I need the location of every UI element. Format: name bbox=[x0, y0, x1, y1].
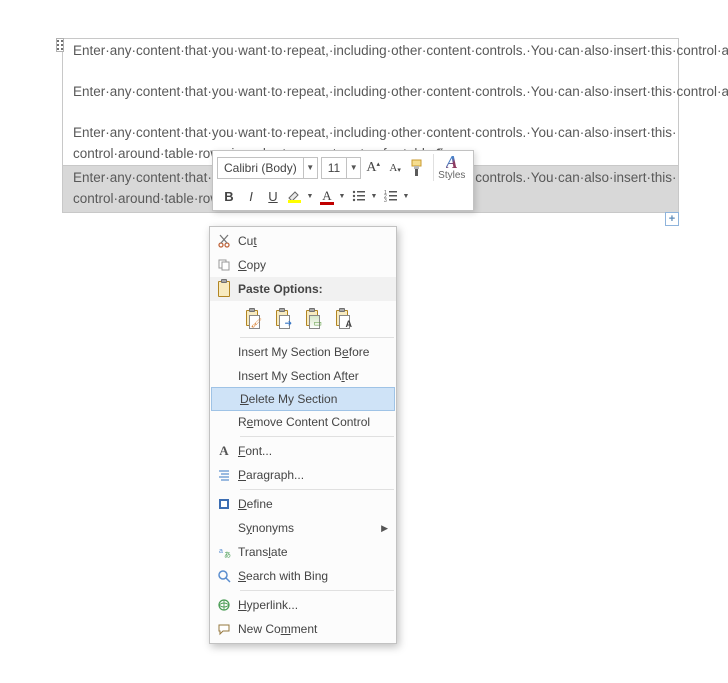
control-handle[interactable] bbox=[56, 38, 64, 52]
mini-toolbar: Calibri (Body) ▼ 11 ▼ A▴ A▾ A Styles B I… bbox=[212, 150, 474, 211]
menu-define[interactable]: Define bbox=[210, 492, 396, 516]
paste-merge-button[interactable]: ➜ bbox=[270, 305, 294, 331]
menu-synonyms[interactable]: Synonyms ▶ bbox=[210, 516, 396, 540]
context-menu: Cut Copy Paste Options: 🖌 ➜ ▭ A Insert M… bbox=[209, 226, 397, 644]
paste-text-only-button[interactable]: A bbox=[330, 305, 354, 331]
bullets-button[interactable] bbox=[349, 185, 369, 207]
menu-cut[interactable]: Cut bbox=[210, 229, 396, 253]
grow-font-button[interactable]: A▴ bbox=[363, 157, 383, 179]
menu-copy[interactable]: Copy bbox=[210, 253, 396, 277]
svg-text:あ: あ bbox=[224, 551, 231, 559]
menu-font[interactable]: A Font... bbox=[210, 439, 396, 463]
paste-options-row: 🖌 ➜ ▭ A bbox=[210, 301, 396, 335]
translate-icon: aあ bbox=[210, 545, 238, 559]
menu-delete-section[interactable]: Delete My Section bbox=[211, 387, 395, 411]
add-section-button[interactable]: + bbox=[665, 212, 679, 226]
styles-icon: A bbox=[446, 154, 458, 170]
paragraph-text: Enter·any·content·that·you·want·to·repea… bbox=[63, 80, 678, 105]
chevron-down-icon[interactable]: ▼ bbox=[346, 158, 360, 178]
chevron-down-icon[interactable]: ▼ bbox=[337, 185, 347, 207]
menu-insert-before[interactable]: Insert My Section Before bbox=[210, 340, 396, 364]
chevron-down-icon[interactable]: ▼ bbox=[369, 185, 379, 207]
italic-button[interactable]: I bbox=[241, 185, 261, 207]
define-icon bbox=[210, 497, 238, 511]
menu-insert-after[interactable]: Insert My Section After bbox=[210, 364, 396, 388]
shrink-font-button[interactable]: A▾ bbox=[385, 157, 405, 179]
svg-text:a: a bbox=[219, 548, 223, 555]
numbering-button[interactable]: 123 bbox=[381, 185, 401, 207]
separator bbox=[240, 489, 394, 490]
menu-search-bing[interactable]: Search with Bing bbox=[210, 564, 396, 588]
paragraph-icon bbox=[210, 468, 238, 482]
format-painter-button[interactable] bbox=[407, 157, 427, 179]
copy-icon bbox=[210, 258, 238, 272]
font-icon: A bbox=[210, 443, 238, 459]
hyperlink-icon bbox=[210, 598, 238, 612]
separator bbox=[240, 436, 394, 437]
svg-text:3: 3 bbox=[384, 198, 387, 204]
menu-remove-content-control[interactable]: Remove Content Control bbox=[210, 410, 396, 434]
styles-button[interactable]: A Styles bbox=[433, 154, 469, 181]
bold-button[interactable]: B bbox=[219, 185, 239, 207]
chevron-down-icon[interactable]: ▼ bbox=[401, 185, 411, 207]
submenu-arrow-icon: ▶ bbox=[374, 523, 388, 534]
menu-new-comment[interactable]: New Comment bbox=[210, 617, 396, 641]
menu-translate[interactable]: aあ Translate bbox=[210, 540, 396, 564]
chevron-down-icon[interactable]: ▼ bbox=[303, 158, 317, 178]
search-icon bbox=[210, 569, 238, 583]
menu-paragraph[interactable]: Paragraph... bbox=[210, 463, 396, 487]
paste-icon bbox=[210, 279, 238, 299]
separator bbox=[240, 337, 394, 338]
text-highlight-button[interactable] bbox=[285, 185, 305, 207]
menu-hyperlink[interactable]: Hyperlink... bbox=[210, 593, 396, 617]
chevron-down-icon[interactable]: ▼ bbox=[305, 185, 315, 207]
paste-keep-source-button[interactable]: 🖌 bbox=[240, 305, 264, 331]
underline-button[interactable]: U bbox=[263, 185, 283, 207]
separator bbox=[240, 590, 394, 591]
paragraph-text: Enter·any·content·that·you·want·to·repea… bbox=[63, 39, 678, 64]
comment-icon bbox=[210, 622, 238, 636]
font-color-button[interactable]: A bbox=[317, 185, 337, 207]
font-size-combo[interactable]: 11 ▼ bbox=[321, 157, 361, 179]
menu-paste-options-header: Paste Options: bbox=[210, 277, 396, 301]
font-name-combo[interactable]: Calibri (Body) ▼ bbox=[217, 157, 318, 179]
paste-picture-button[interactable]: ▭ bbox=[300, 305, 324, 331]
cut-icon bbox=[210, 234, 238, 248]
